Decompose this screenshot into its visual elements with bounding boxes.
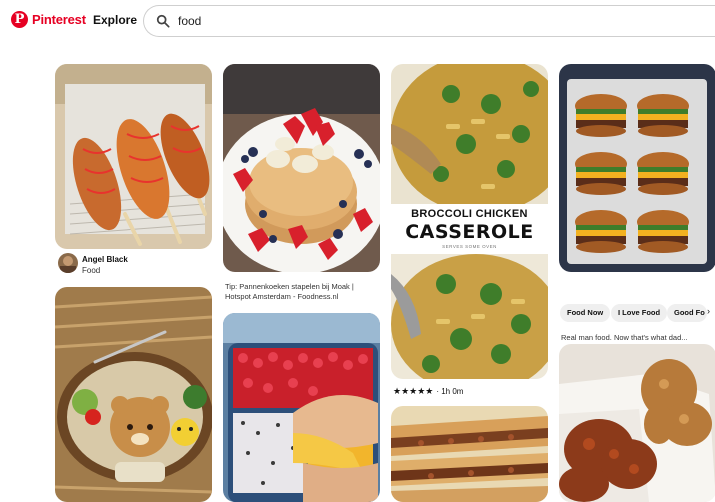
recipe-title-line1: BROCCOLI CHICKEN — [411, 208, 528, 220]
pin-fried-chicken[interactable] — [559, 344, 715, 502]
corndog-image — [55, 64, 212, 249]
search-bar[interactable]: food — [143, 5, 715, 37]
bento-image — [55, 287, 212, 502]
pin-quesadilla[interactable] — [391, 406, 548, 502]
fruit-platter-image — [223, 313, 380, 502]
fried-chicken-image — [559, 344, 715, 502]
burgers-image — [559, 64, 715, 272]
top-nav: P Pinterest Explore food — [0, 0, 715, 44]
search-input[interactable]: food — [178, 14, 201, 28]
pin-bento[interactable] — [55, 287, 212, 502]
pinterest-logo-icon: P — [11, 11, 28, 28]
quesadilla-image — [391, 406, 548, 502]
chevron-right-icon[interactable]: › — [707, 306, 710, 316]
pin-pancakes[interactable] — [223, 64, 380, 272]
caption-line: Tip: Pannenkoeken stapelen bij Moak | — [225, 282, 354, 291]
tag-chip[interactable]: Good Fo — [667, 304, 707, 322]
pancakes-image — [223, 64, 380, 272]
pin-casserole[interactable]: BROCCOLI CHICKEN CASSEROLE SERVES SOME O… — [391, 64, 548, 379]
caption-line: Hotspot Amsterdam - Foodness.nl — [225, 292, 339, 301]
avatar[interactable] — [58, 253, 78, 273]
recipe-title-line2: CASSEROLE — [405, 221, 534, 243]
recipe-rating: ★★★★★ · 1h 0m — [393, 386, 463, 397]
pin-board: Food — [82, 266, 101, 275]
recipe-time: · 1h 0m — [436, 387, 464, 396]
star-rating-icon: ★★★★★ — [393, 386, 434, 396]
explore-link[interactable]: Explore — [93, 13, 137, 27]
tag-chip[interactable]: I Love Food — [611, 304, 668, 322]
pin-fruit-platter[interactable] — [223, 313, 380, 502]
pin-author[interactable]: Angel Black — [82, 255, 128, 264]
tag-chip[interactable]: Food Now — [560, 304, 611, 322]
search-icon — [156, 14, 170, 28]
pin-caption: Tip: Pannenkoeken stapelen bij Moak | Ho… — [225, 282, 385, 302]
pin-corndog[interactable] — [55, 64, 212, 249]
recipe-subtitle: SERVES SOME OVEN — [442, 244, 497, 249]
pin-burgers[interactable] — [559, 64, 715, 272]
pin-caption: Real man food. Now that's what dad... — [561, 333, 688, 342]
pinterest-logo[interactable]: P Pinterest — [11, 11, 86, 28]
logo-text: Pinterest — [32, 12, 86, 27]
